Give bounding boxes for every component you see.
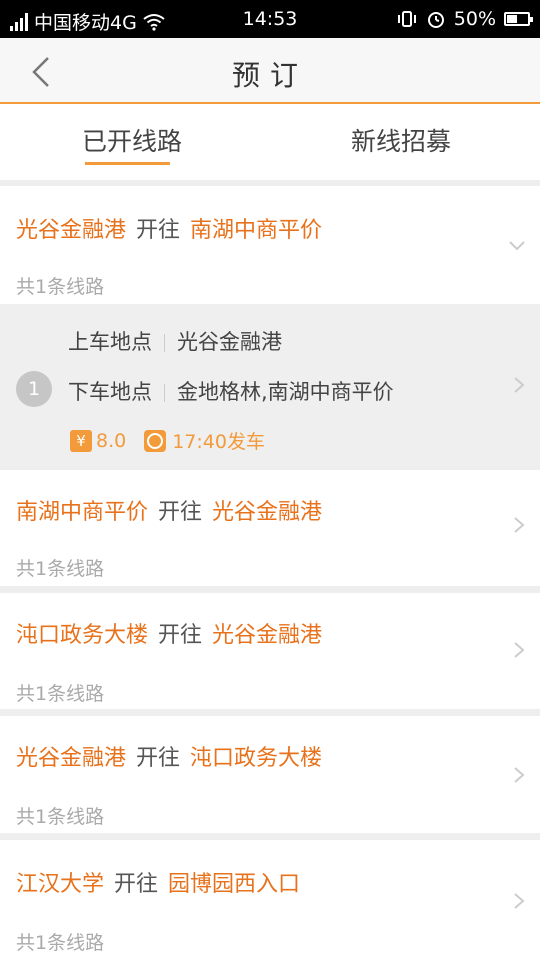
vibrate-icon xyxy=(397,11,416,27)
route-count: 共1条线路 xyxy=(16,276,105,298)
status-bar: 中国移动4G 14:53 50% xyxy=(0,0,540,38)
route-origin: 南湖中商平价 xyxy=(16,500,149,525)
chevron-down-icon[interactable] xyxy=(508,238,526,252)
route-direction: 开往 xyxy=(158,623,203,648)
route-direction: 开往 xyxy=(136,218,181,243)
route-origin: 沌口政务大楼 xyxy=(16,623,149,648)
route-index-badge: 1 xyxy=(16,371,52,407)
route-destination: 园博园西入口 xyxy=(168,872,301,897)
alarm-icon xyxy=(427,12,444,28)
tab-bar: 已开线路 新线招募 xyxy=(0,104,540,180)
route-destination: 沌口政务大楼 xyxy=(190,746,323,771)
route-origin: 光谷金融港 xyxy=(16,746,127,771)
route-count: 共1条线路 xyxy=(16,683,105,705)
clock-icon xyxy=(144,429,167,452)
route-count: 共1条线路 xyxy=(16,806,105,828)
route-destination: 光谷金融港 xyxy=(212,500,323,525)
nav-bar: 预订 xyxy=(0,38,540,104)
tab-new-route-recruit[interactable]: 新线招募 xyxy=(351,122,451,158)
route-direction: 开往 xyxy=(136,746,181,771)
route-detail[interactable]: 1 上车地点 光谷金融港 下车地点 金地格林,南湖中商平价 ¥ 8.0 17:40发… xyxy=(0,304,540,466)
dropoff-location: 金地格林,南湖中商平价 xyxy=(177,380,394,404)
chevron-right-icon[interactable] xyxy=(512,516,526,534)
route-group[interactable]: 江汉大学 开往 园博园西入口 共1条线路 xyxy=(0,840,540,960)
tab-open-routes[interactable]: 已开线路 xyxy=(82,122,182,158)
route-destination: 光谷金融港 xyxy=(212,623,323,648)
departure-time: 17:40发车 xyxy=(172,431,265,453)
divider xyxy=(164,384,165,402)
chevron-right-icon[interactable] xyxy=(512,892,526,910)
route-group[interactable]: 南湖中商平价 开往 光谷金融港 共1条线路 xyxy=(0,470,540,586)
page-title: 预订 xyxy=(231,59,308,92)
dropoff-label: 下车地点 xyxy=(68,380,152,404)
route-group[interactable]: 光谷金融港 开往 沌口政务大楼 共1条线路 xyxy=(0,716,540,833)
route-direction: 开往 xyxy=(158,500,203,525)
chevron-right-icon[interactable] xyxy=(512,641,526,659)
route-destination: 南湖中商平价 xyxy=(190,218,323,243)
route-group[interactable]: 光谷金融港 开往 南湖中商平价 共1条线路 xyxy=(0,186,540,304)
divider xyxy=(164,334,165,352)
pickup-label: 上车地点 xyxy=(68,330,152,354)
chevron-right-icon[interactable] xyxy=(512,376,526,394)
route-group[interactable]: 沌口政务大楼 开往 光谷金融港 共1条线路 xyxy=(0,593,540,709)
route-count: 共1条线路 xyxy=(16,932,105,954)
battery-icon xyxy=(504,12,533,26)
route-direction: 开往 xyxy=(114,872,159,897)
route-origin: 江汉大学 xyxy=(16,872,105,897)
chevron-right-icon[interactable] xyxy=(512,766,526,784)
active-tab-indicator xyxy=(85,162,170,165)
route-origin: 光谷金融港 xyxy=(16,218,127,243)
price-icon: ¥ xyxy=(70,429,92,452)
price-value: 8.0 xyxy=(96,429,127,452)
battery-percent: 50% xyxy=(453,8,496,30)
route-count: 共1条线路 xyxy=(16,558,105,580)
pickup-location: 光谷金融港 xyxy=(177,330,282,354)
